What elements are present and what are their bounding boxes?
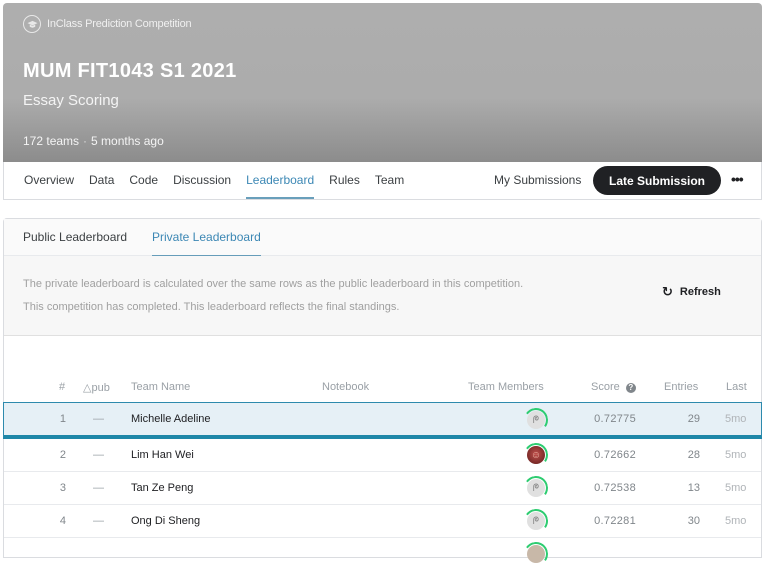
row-score: 0.72281 <box>594 515 636 527</box>
leaderboard-card: Public Leaderboard Private Leaderboard T… <box>3 218 762 568</box>
col-delta-pub: △pub <box>83 382 110 394</box>
table-row[interactable]: 3 — Tan Ze Peng ᖘ 0.72538 13 5mo <box>4 472 761 505</box>
competition-subtitle: Essay Scoring <box>23 92 119 109</box>
row-team-name[interactable]: Michelle Adeline <box>131 413 211 425</box>
competition-title: MUM FIT1043 S1 2021 <box>23 60 237 82</box>
refresh-label: Refresh <box>679 286 721 298</box>
avatar-image: ᖘ <box>527 512 545 530</box>
tab-private-leaderboard[interactable]: Private Leaderboard <box>152 219 261 257</box>
row-delta: — <box>93 449 104 461</box>
my-submissions-link[interactable]: My Submissions <box>494 173 581 187</box>
tab-team[interactable]: Team <box>375 162 404 199</box>
leaderboard-info: The private leaderboard is calculated ov… <box>4 256 761 336</box>
col-score[interactable]: Score ? <box>591 381 636 393</box>
row-last: 5mo <box>725 449 747 461</box>
table-row-partial[interactable] <box>4 538 761 571</box>
avatar[interactable]: ☺ <box>522 441 550 469</box>
row-score: 0.72775 <box>594 413 636 425</box>
row-delta: — <box>93 515 104 527</box>
tab-code[interactable]: Code <box>129 162 158 199</box>
refresh-icon: ↻ <box>662 284 673 299</box>
col-team-name: Team Name <box>131 381 191 393</box>
avatar-image: ᖘ <box>527 479 545 497</box>
table-row[interactable]: 1 — Michelle Adeline ᖘ 0.72775 29 5mo <box>3 402 762 439</box>
tab-discussion[interactable]: Discussion <box>173 162 231 199</box>
nav-tabs: Overview Data Code Discussion Leaderboar… <box>24 162 419 199</box>
row-entries: 13 <box>687 482 700 494</box>
row-rank: 2 <box>59 449 66 461</box>
row-entries: 28 <box>687 449 700 461</box>
tab-public-leaderboard[interactable]: Public Leaderboard <box>23 219 127 256</box>
competition-header: InClass Prediction Competition MUM FIT10… <box>3 3 762 162</box>
col-rank: # <box>59 381 66 393</box>
competition-age: 5 months ago <box>91 134 164 148</box>
row-entries: 30 <box>687 515 700 527</box>
row-team-name[interactable]: Ong Di Sheng <box>131 515 200 527</box>
avatar-image: ☺ <box>527 446 545 464</box>
avatar-image <box>527 545 545 563</box>
table-header: # △pub Team Name Notebook Team Members S… <box>4 379 761 399</box>
graduation-cap-icon <box>23 15 41 33</box>
row-rank: 1 <box>59 413 66 425</box>
col-team-members: Team Members <box>468 381 544 393</box>
row-team-name[interactable]: Lim Han Wei <box>131 449 194 461</box>
row-delta: — <box>93 413 104 425</box>
competition-type: InClass Prediction Competition <box>23 15 192 33</box>
competition-nav: Overview Data Code Discussion Leaderboar… <box>3 162 762 200</box>
row-last: 5mo <box>725 413 747 425</box>
avatar-image: ᖘ <box>527 411 545 429</box>
row-rank: 4 <box>59 515 66 527</box>
avatar[interactable] <box>522 540 550 568</box>
help-icon[interactable]: ? <box>625 383 636 393</box>
row-score: 0.72538 <box>594 482 636 494</box>
row-score: 0.72662 <box>594 449 636 461</box>
row-last: 5mo <box>725 515 747 527</box>
table-row[interactable]: 4 — Ong Di Sheng ᖘ 0.72281 30 5mo <box>4 505 761 538</box>
meta-separator: · <box>83 134 88 148</box>
avatar[interactable]: ᖘ <box>522 507 550 535</box>
table-row[interactable]: 2 — Lim Han Wei ☺ 0.72662 28 5mo <box>4 439 761 472</box>
row-entries: 29 <box>687 413 700 425</box>
row-delta: — <box>93 482 104 494</box>
col-last: Last <box>726 381 747 393</box>
tab-rules[interactable]: Rules <box>329 162 360 199</box>
row-last: 5mo <box>725 482 747 494</box>
tab-leaderboard[interactable]: Leaderboard <box>246 162 315 199</box>
col-notebook: Notebook <box>322 381 370 393</box>
info-text-completed: This competition has completed. This lea… <box>23 301 400 313</box>
avatar[interactable]: ᖘ <box>522 406 550 434</box>
tab-data[interactable]: Data <box>89 162 114 199</box>
col-entries: Entries <box>664 381 699 393</box>
leaderboard-tabs: Public Leaderboard Private Leaderboard <box>4 219 761 257</box>
team-count: 172 teams <box>23 134 80 148</box>
row-team-name[interactable]: Tan Ze Peng <box>131 482 193 494</box>
late-submission-button[interactable]: Late Submission <box>593 166 721 195</box>
info-text-private: The private leaderboard is calculated ov… <box>23 278 524 290</box>
more-options-icon[interactable]: ••• <box>731 171 744 187</box>
avatar[interactable]: ᖘ <box>522 474 550 502</box>
competition-meta: 172 teams · 5 months ago <box>23 134 164 148</box>
row-rank: 3 <box>59 482 66 494</box>
competition-type-label: InClass Prediction Competition <box>47 18 192 30</box>
col-score-label: Score <box>591 381 620 393</box>
refresh-button[interactable]: ↻ Refresh <box>662 284 721 300</box>
tab-overview[interactable]: Overview <box>24 162 74 199</box>
